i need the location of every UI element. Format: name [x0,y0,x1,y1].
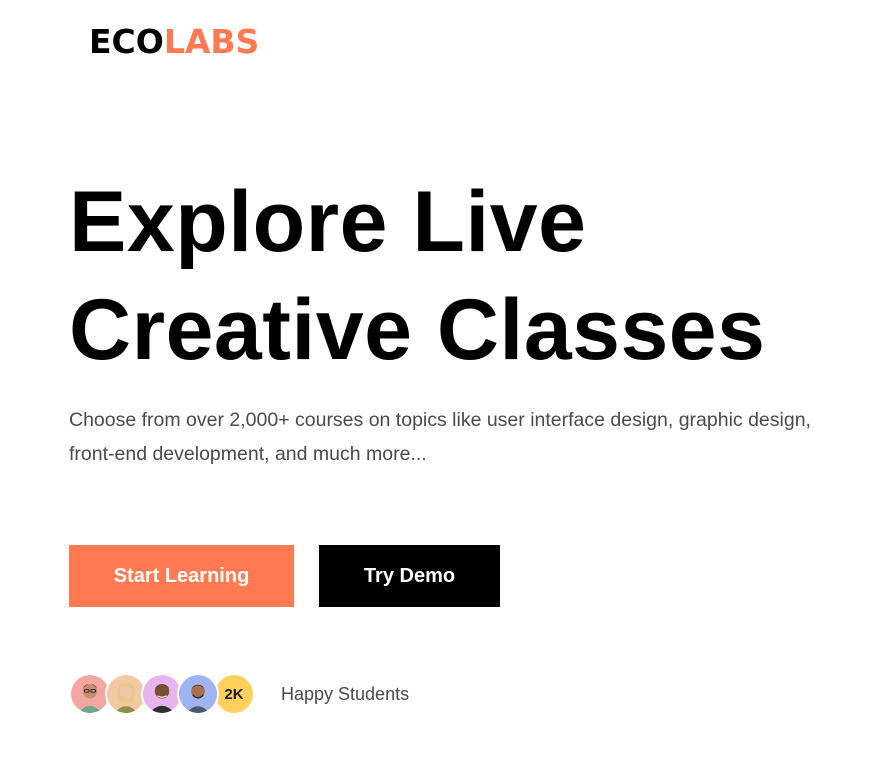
start-learning-button[interactable]: Start Learning [69,545,294,607]
hero-title-line-1: Explore Live [69,174,587,270]
hero-title: Explore Live Creative Classes [69,168,765,384]
brand-logo[interactable]: ECOLABS [89,22,259,62]
landing-page: ECOLABS Explore Live Creative Classes Ch… [0,0,883,777]
logo-eco-text: ECO [89,22,164,61]
hero-title-line-2: Creative Classes [69,282,766,378]
happy-students-label: Happy Students [281,683,410,704]
person-icon [71,675,109,713]
hero-description: Choose from over 2,000+ courses on topic… [69,409,811,465]
logo-labs-text: LABS [163,22,260,61]
person-icon [107,675,145,713]
person-icon [143,675,181,713]
student-count-badge: 2K [213,673,255,715]
try-demo-button[interactable]: Try Demo [319,545,500,607]
happy-students-section: 2K Happy Students [69,672,409,716]
person-icon [179,675,217,713]
student-avatar-4 [177,673,219,715]
avatar-stack: 2K [69,673,255,715]
